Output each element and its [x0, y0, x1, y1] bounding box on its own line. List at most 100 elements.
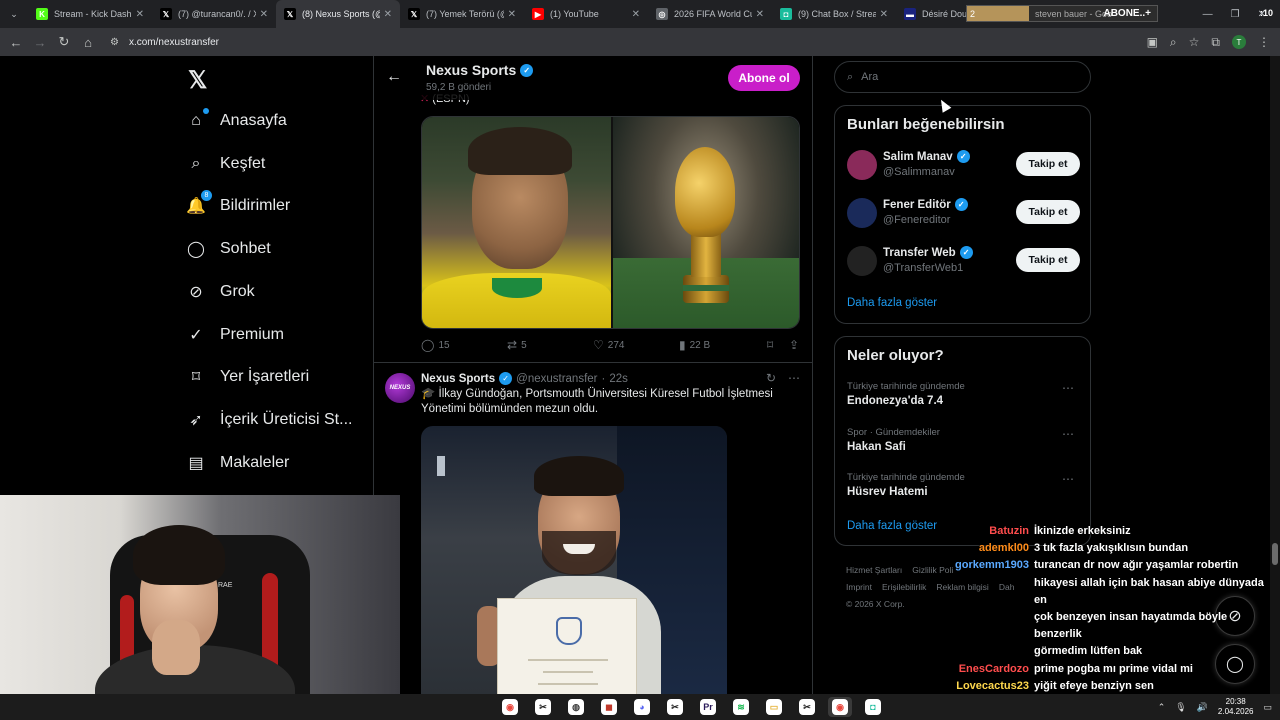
tab-close-icon[interactable]: ✕ [384, 9, 392, 20]
trend-more-icon[interactable]: ⋯ [1062, 472, 1074, 486]
nav-item-bell[interactable]: 🔔 8 Bildirimler [186, 190, 290, 216]
trend-item[interactable]: Türkiye tarihinde gündemde Endonezya'da 7… [847, 381, 1080, 407]
volume-icon[interactable]: 🔊 [1197, 702, 1208, 713]
minimize-icon[interactable]: — [1203, 9, 1213, 20]
neymar-photo[interactable] [422, 117, 611, 328]
tweet-author-handle[interactable]: @nexustransfer [516, 373, 597, 385]
suggestion-item[interactable]: Transfer Web ✓ @TransferWeb1 Takip et [847, 244, 1080, 280]
follow-button[interactable]: Takip et [1016, 200, 1080, 224]
nav-item-home[interactable]: ⌂ Anasayfa [186, 108, 287, 131]
nav-item-premium[interactable]: ✓ Premium [186, 325, 284, 345]
show-more-trends-link[interactable]: Daha fazla göster [847, 520, 937, 532]
app-red-icon[interactable]: ◼ [597, 697, 621, 717]
suggestion-item[interactable]: Salim Manav ✓ @Salimmanav Takip et [847, 148, 1080, 184]
capcut3-icon[interactable]: ✂ [795, 697, 819, 717]
browser-tab[interactable]: 𝕏 (7) Yemek Terörü (@y ✕ [400, 0, 524, 28]
menu-icon[interactable]: ⋮ [1258, 35, 1270, 49]
nav-item-chat[interactable]: ◯ Sohbet [186, 239, 271, 259]
reload-icon[interactable]: ↻ [52, 34, 76, 50]
home-browser-icon[interactable]: ⌂ [76, 35, 100, 50]
browser-tab[interactable]: 𝕏 (8) Nexus Sports (@n ✕ [276, 0, 400, 28]
browser-tab[interactable]: K Stream - Kick Dashbo ✕ [28, 0, 152, 28]
tab-close-icon[interactable]: ✕ [260, 9, 268, 20]
cast-icon[interactable]: ▣ [1147, 35, 1158, 49]
reply-button[interactable]: ◯ 15 [421, 338, 507, 352]
spotify-icon[interactable]: ≋ [729, 697, 753, 717]
capcut-icon[interactable]: ✂ [531, 697, 555, 717]
follow-button[interactable]: Takip et [1016, 248, 1080, 272]
nav-item-rocket[interactable]: ➶ İçerik Üreticisi St... [186, 410, 352, 430]
tab-close-icon[interactable]: ✕ [136, 9, 144, 20]
share-icon[interactable]: ⇪ [789, 338, 801, 352]
world-cup-trophy-photo[interactable] [613, 117, 799, 328]
show-more-suggestions-link[interactable]: Daha fazla göster [847, 297, 937, 309]
search-input[interactable]: ⌕ Ara [834, 61, 1091, 93]
tray-chevron-icon[interactable]: ⌃ [1158, 702, 1166, 713]
chrome-active-icon[interactable]: ◉ [828, 697, 852, 717]
mic-icon[interactable]: 🎙 [1175, 702, 1186, 713]
nav-item-bookmark[interactable]: ⌑ Yer İşaretleri [186, 367, 309, 387]
views-button[interactable]: ▮ 22 B [679, 338, 767, 352]
url-field[interactable]: ⚙ x.com/nexustransfer [110, 37, 219, 48]
more-options-icon[interactable]: ⋯ [788, 371, 800, 385]
site-info-icon[interactable]: ⚙ [110, 37, 119, 48]
tab-close-icon[interactable]: ✕ [508, 9, 516, 20]
back-nav-icon[interactable]: ← [4, 35, 28, 50]
gundogan-photo[interactable] [421, 426, 727, 694]
notification-icon[interactable]: ▭ [1263, 702, 1272, 713]
nav-item-article[interactable]: ▤ Makaleler [186, 453, 289, 473]
avatar[interactable] [847, 150, 877, 180]
trend-more-icon[interactable]: ⋯ [1062, 381, 1074, 395]
terms-link[interactable]: Hizmet Şartları [846, 565, 902, 575]
suggestion-name[interactable]: Fener Editör ✓ [883, 198, 968, 211]
trend-context: Türkiye tarihinde gündemde [847, 381, 965, 392]
clock[interactable]: 20:38 2.04.2026 [1218, 697, 1254, 717]
nav-item-grok[interactable]: ⊘ Grok [186, 282, 254, 302]
tab-close-icon[interactable]: ✕ [632, 9, 640, 20]
tab-search-chevron-icon[interactable]: ⌄ [0, 0, 28, 28]
chatbox-app-icon[interactable]: ◘ [861, 697, 885, 717]
repost-button[interactable]: ⇄ 5 [507, 338, 593, 352]
tweet-author-name[interactable]: Nexus Sports [421, 373, 495, 385]
suggestion-name[interactable]: Salim Manav ✓ [883, 150, 970, 163]
browser-tab[interactable]: ▶ (1) YouTube ✕ [524, 0, 648, 28]
like-button[interactable]: ♡ 274 [593, 338, 679, 352]
grok-tweet-icon[interactable]: ↻ [766, 371, 776, 385]
suggestion-name[interactable]: Transfer Web ✓ [883, 246, 973, 259]
extensions-icon[interactable]: ⧉ [1211, 35, 1220, 50]
capcut2-icon[interactable]: ✂ [663, 697, 687, 717]
tweet-media-grid[interactable] [421, 116, 800, 329]
star-icon[interactable]: ☆ [1189, 35, 1200, 49]
avatar[interactable] [847, 246, 877, 276]
browser-tab[interactable]: ▬ Désiré Doué - C [896, 0, 976, 28]
discord-icon[interactable]: ◕ [630, 697, 654, 717]
browser-tab[interactable]: ◘ (9) Chat Box / Stream ✕ [772, 0, 896, 28]
zoom-icon[interactable]: ⌕ [1170, 35, 1177, 50]
trend-item[interactable]: Spor · Gündemdekiler Hakan Safi ⋯ [847, 427, 1080, 453]
trend-item[interactable]: Türkiye tarihinde gündemde Hüsrev Hatemi ⋯ [847, 472, 1080, 498]
chrome-icon[interactable]: ◉ [498, 697, 522, 717]
bookmark-tweet-icon[interactable]: ⌑ [767, 338, 789, 352]
premiere-icon[interactable]: Pr [696, 697, 720, 717]
tab-close-icon[interactable]: ✕ [880, 9, 888, 20]
obs-icon[interactable]: ◍ [564, 697, 588, 717]
imprint-link[interactable]: Imprint [846, 582, 872, 592]
subscribe-button[interactable]: Abone ol [728, 65, 800, 91]
avatar[interactable] [847, 198, 877, 228]
forward-nav-icon[interactable]: → [28, 35, 52, 50]
restore-icon[interactable]: ❐ [1231, 9, 1240, 20]
trend-more-icon[interactable]: ⋯ [1062, 427, 1074, 441]
tweet-time[interactable]: 22s [609, 373, 628, 385]
follow-button[interactable]: Takip et [1016, 152, 1080, 176]
browser-tab[interactable]: 𝕏 (7) @turancan0/. / X ✕ [152, 0, 276, 28]
accessibility-link[interactable]: Erişilebilirlik [882, 582, 926, 592]
profile-avatar[interactable]: T [1232, 35, 1246, 49]
nav-item-search[interactable]: ⌕ Keşfet [186, 154, 266, 174]
tweet-avatar[interactable]: NEXUS [385, 373, 415, 403]
x-logo-icon[interactable]: 𝕏 [188, 66, 207, 95]
back-arrow-icon[interactable]: ← [386, 68, 402, 86]
tab-close-icon[interactable]: ✕ [756, 9, 764, 20]
folder-icon[interactable]: ▭ [762, 697, 786, 717]
suggestion-item[interactable]: Fener Editör ✓ @Fenereditor Takip et [847, 196, 1080, 232]
browser-tab[interactable]: ◎ 2026 FIFA World Cup ✕ [648, 0, 772, 28]
